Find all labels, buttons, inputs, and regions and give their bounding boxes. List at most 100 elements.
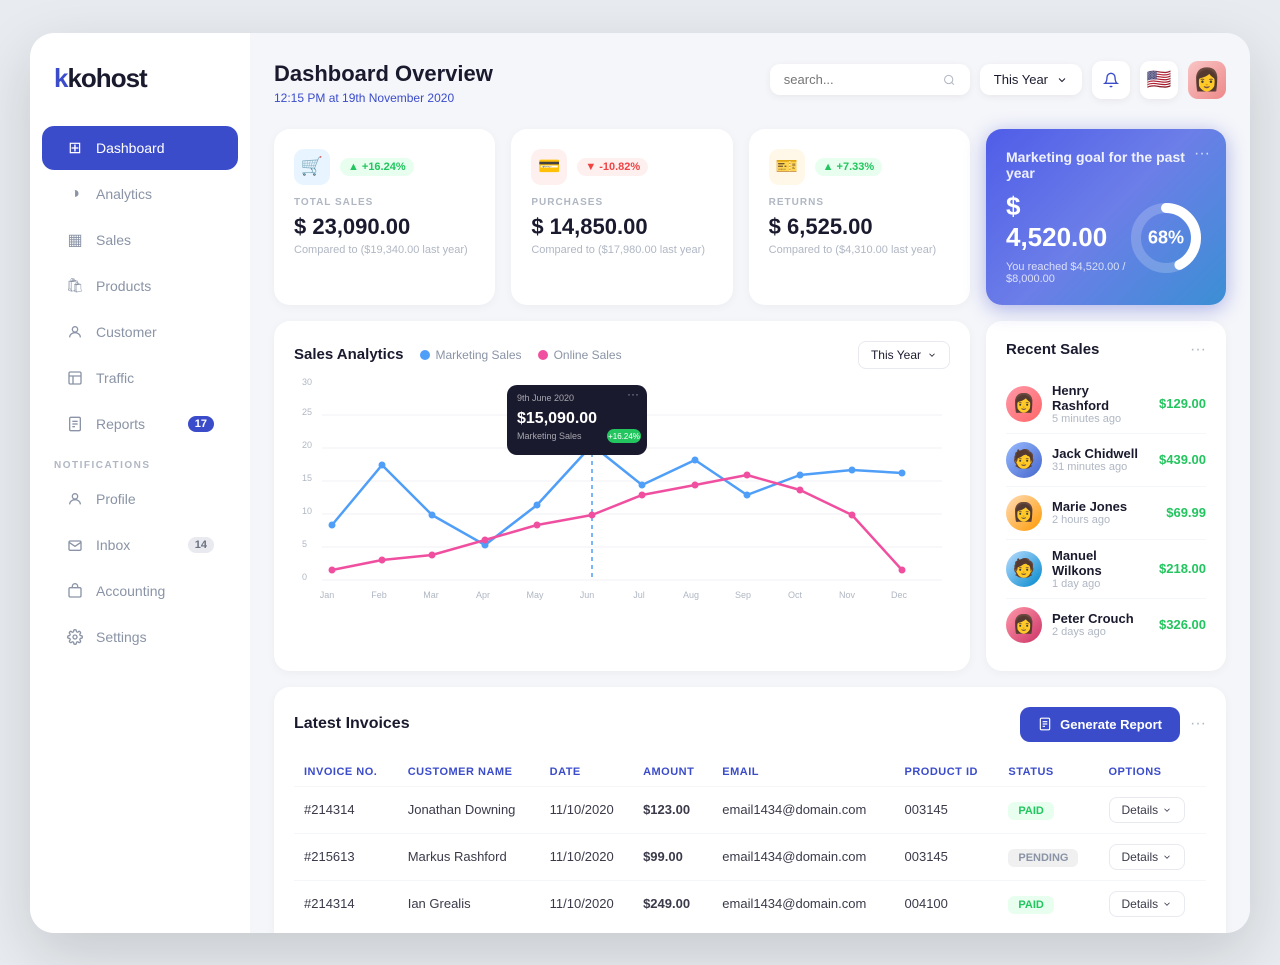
table-row: #214314 Jonathan Downing 11/10/2020 $123… xyxy=(294,786,1206,833)
invoices-card: Latest Invoices Generate Report ··· Invo… xyxy=(274,687,1226,933)
col-amount: Amount xyxy=(633,758,712,787)
col-status: Status xyxy=(998,758,1098,787)
page-subtitle: 12:15 PM at 19th November 2020 xyxy=(274,91,493,105)
sidebar-item-label: Customer xyxy=(96,324,157,340)
svg-text:···: ··· xyxy=(627,387,639,401)
donut-percent: 68% xyxy=(1148,227,1184,248)
col-customer: Customer Name xyxy=(398,758,540,787)
recent-sales-card: Recent Sales ··· 👩 Henry Rashford 5 minu… xyxy=(986,321,1226,671)
invoice-date: 11/10/2020 xyxy=(540,786,633,833)
sidebar-item-settings[interactable]: Settings xyxy=(42,615,238,659)
sidebar-item-products[interactable]: 🛍 Products xyxy=(42,264,238,308)
svg-text:Nov: Nov xyxy=(839,590,856,600)
svg-text:Dec: Dec xyxy=(891,590,908,600)
total-sales-badge: ▲+16.24% xyxy=(340,158,414,176)
marketing-goal-value: $ 4,520.00 xyxy=(1006,191,1126,253)
sidebar-item-customer[interactable]: Customer xyxy=(42,310,238,354)
chart-year-filter[interactable]: This Year xyxy=(858,341,950,369)
user-avatar[interactable]: 👩 xyxy=(1188,61,1226,99)
table-row: #215613 Markus Rashford 11/10/2020 $99.0… xyxy=(294,833,1206,880)
sidebar-item-analytics[interactable]: ◑ Analytics xyxy=(42,172,238,216)
svg-text:Feb: Feb xyxy=(371,590,387,600)
details-button[interactable]: Details xyxy=(1109,891,1186,917)
svg-text:Mar: Mar xyxy=(423,590,439,600)
products-icon: 🛍 xyxy=(66,277,84,295)
invoice-product-id: 003145 xyxy=(895,833,999,880)
sidebar-item-label: Reports xyxy=(96,416,145,432)
donut-chart: 68% xyxy=(1126,198,1206,278)
chart-title: Sales Analytics xyxy=(294,346,404,363)
svg-text:May: May xyxy=(526,590,544,600)
invoice-amount: $249.00 xyxy=(633,880,712,927)
svg-text:5: 5 xyxy=(302,539,307,549)
invoice-email: email1434@domain.com xyxy=(712,786,894,833)
invoice-email: email1434@domain.com xyxy=(712,833,894,880)
sales-icon: ▦ xyxy=(66,231,84,249)
sale-item: 👩 Peter Crouch 2 days ago $326.00 xyxy=(1006,599,1206,651)
notifications-button[interactable] xyxy=(1092,61,1130,99)
total-sales-icon: 🛒 xyxy=(294,149,330,185)
header: Dashboard Overview 12:15 PM at 19th Nove… xyxy=(274,61,1226,105)
purchases-badge: ▼-10.82% xyxy=(577,158,648,176)
customer-name: Jonathan Downing xyxy=(398,786,540,833)
svg-text:0: 0 xyxy=(302,572,307,582)
line-chart-svg: 0 5 10 15 20 25 30 xyxy=(294,385,950,585)
invoices-more[interactable]: ··· xyxy=(1190,715,1206,733)
sale-avatar: 🧑 xyxy=(1006,551,1042,587)
middle-row: Sales Analytics Marketing Sales Online S… xyxy=(274,321,1226,671)
recent-sales-more[interactable]: ··· xyxy=(1190,341,1206,359)
sidebar-item-profile[interactable]: Profile xyxy=(42,477,238,521)
customer-icon xyxy=(66,323,84,341)
sale-item: 👩 Henry Rashford 5 minutes ago $129.00 xyxy=(1006,375,1206,434)
sale-info: Manuel Wilkons 1 day ago xyxy=(1052,548,1149,590)
generate-report-button[interactable]: Generate Report xyxy=(1020,707,1180,742)
search-bar[interactable] xyxy=(770,64,970,95)
app-container: kkohost ⊞ Dashboard ◑ Analytics ▦ Sales … xyxy=(30,33,1250,933)
marketing-goal-title: Marketing goal for the past year xyxy=(1006,149,1206,181)
search-icon xyxy=(943,73,955,87)
dashboard-icon: ⊞ xyxy=(66,139,84,157)
search-input[interactable] xyxy=(784,72,936,87)
svg-text:Apr: Apr xyxy=(476,590,490,600)
header-left: Dashboard Overview 12:15 PM at 19th Nove… xyxy=(274,61,493,105)
invoice-number: #214314 xyxy=(294,786,398,833)
marketing-goal-footer: You reached $4,520.00 / $8,000.00 xyxy=(1006,261,1126,285)
bell-icon xyxy=(1103,72,1119,88)
sale-avatar: 👩 xyxy=(1006,495,1042,531)
sidebar-item-label: Settings xyxy=(96,629,147,645)
stat-card-purchases: 💳 ▼-10.82% PURCHASES $ 14,850.00 Compare… xyxy=(511,129,732,305)
legend-marketing: Marketing Sales xyxy=(420,348,522,362)
invoice-amount: $99.00 xyxy=(633,833,712,880)
sale-info: Henry Rashford 5 minutes ago xyxy=(1052,383,1149,425)
svg-text:15: 15 xyxy=(302,473,312,483)
details-button[interactable]: Details xyxy=(1109,844,1186,870)
details-button[interactable]: Details xyxy=(1109,797,1186,823)
reports-badge: 17 xyxy=(188,416,214,432)
svg-text:30: 30 xyxy=(302,377,312,387)
chevron-down-icon xyxy=(927,350,937,360)
stat-card-total-sales: 🛒 ▲+16.24% TOTAL SALES $ 23,090.00 Compa… xyxy=(274,129,495,305)
sidebar-item-dashboard[interactable]: ⊞ Dashboard xyxy=(42,126,238,170)
svg-text:Oct: Oct xyxy=(788,590,803,600)
total-sales-compare: Compared to ($19,340.00 last year) xyxy=(294,244,475,256)
year-filter-label: This Year xyxy=(994,72,1048,87)
sidebar-item-accounting[interactable]: Accounting xyxy=(42,569,238,613)
sidebar-item-reports[interactable]: Reports 17 xyxy=(42,402,238,446)
sidebar-item-inbox[interactable]: Inbox 14 xyxy=(42,523,238,567)
sale-info: Peter Crouch 2 days ago xyxy=(1052,611,1149,638)
invoice-product-id: 004100 xyxy=(895,880,999,927)
invoice-date: 11/10/2020 xyxy=(540,833,633,880)
total-sales-label: TOTAL SALES xyxy=(294,197,475,208)
notifications-section-label: NOTIFICATIONS xyxy=(30,448,250,475)
sale-avatar: 👩 xyxy=(1006,607,1042,643)
invoice-options: Details xyxy=(1099,880,1207,927)
year-filter-dropdown[interactable]: This Year xyxy=(980,64,1082,95)
header-right: This Year 🇺🇸 👩 xyxy=(770,61,1226,99)
legend-dot-online xyxy=(538,350,548,360)
sidebar-item-label: Accounting xyxy=(96,583,165,599)
legend-online: Online Sales xyxy=(538,348,622,362)
flag-button[interactable]: 🇺🇸 xyxy=(1140,61,1178,99)
chart-card: Sales Analytics Marketing Sales Online S… xyxy=(274,321,970,671)
sidebar-item-sales[interactable]: ▦ Sales xyxy=(42,218,238,262)
sidebar-item-traffic[interactable]: Traffic xyxy=(42,356,238,400)
